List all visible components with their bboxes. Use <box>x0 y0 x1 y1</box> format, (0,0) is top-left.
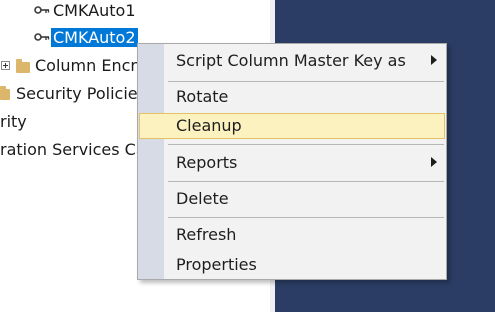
context-menu: Script Column Master Key as Rotate Clean… <box>137 43 447 280</box>
menu-item-label: Delete <box>176 189 229 208</box>
menu-item-label: Cleanup <box>176 116 242 135</box>
menu-item-cleanup[interactable]: Cleanup <box>139 113 445 139</box>
tree-item-label: ration Services Ca <box>0 140 146 159</box>
key-icon <box>34 33 50 41</box>
tree-item-label: rity <box>0 112 27 131</box>
menu-item-label: Script Column Master Key as <box>176 51 406 70</box>
tree-item-security-policies[interactable]: Security Policies <box>16 83 146 105</box>
menu-item-label: Refresh <box>176 225 237 244</box>
menu-separator <box>168 81 444 82</box>
menu-item-refresh[interactable]: Refresh <box>139 222 445 248</box>
menu-item-reports[interactable]: Reports <box>139 150 445 176</box>
tree-item-cmkauto2[interactable]: CMKAuto2 <box>51 27 138 49</box>
tree-item-label-selected: CMKAuto2 <box>51 28 138 47</box>
tree-item-cmkauto1[interactable]: CMKAuto1 <box>53 0 136 22</box>
tree-item-label: Security Policies <box>16 84 146 103</box>
folder-icon <box>0 86 10 100</box>
expand-plus-icon[interactable] <box>1 61 10 70</box>
menu-item-delete[interactable]: Delete <box>139 186 445 212</box>
menu-item-properties[interactable]: Properties <box>139 252 445 278</box>
menu-separator <box>168 144 444 145</box>
tree-item-label: CMKAuto1 <box>53 1 136 20</box>
menu-item-label: Rotate <box>176 87 229 106</box>
key-icon <box>34 6 50 14</box>
folder-icon <box>16 59 30 73</box>
menu-item-rotate[interactable]: Rotate <box>139 84 445 110</box>
tree-item-column-encryption[interactable]: Column Encry <box>35 55 146 77</box>
submenu-arrow-icon <box>431 55 437 65</box>
menu-item-script-column-master-key-as[interactable]: Script Column Master Key as <box>139 48 445 74</box>
menu-item-label: Reports <box>176 153 238 172</box>
tree-item-label: Column Encry <box>35 56 147 75</box>
menu-item-label: Properties <box>176 255 257 274</box>
menu-separator <box>168 217 444 218</box>
tree-item-security[interactable]: rity <box>0 111 27 133</box>
tree-item-integration-services[interactable]: ration Services Ca <box>0 139 146 161</box>
menu-separator <box>168 181 444 182</box>
submenu-arrow-icon <box>431 157 437 167</box>
